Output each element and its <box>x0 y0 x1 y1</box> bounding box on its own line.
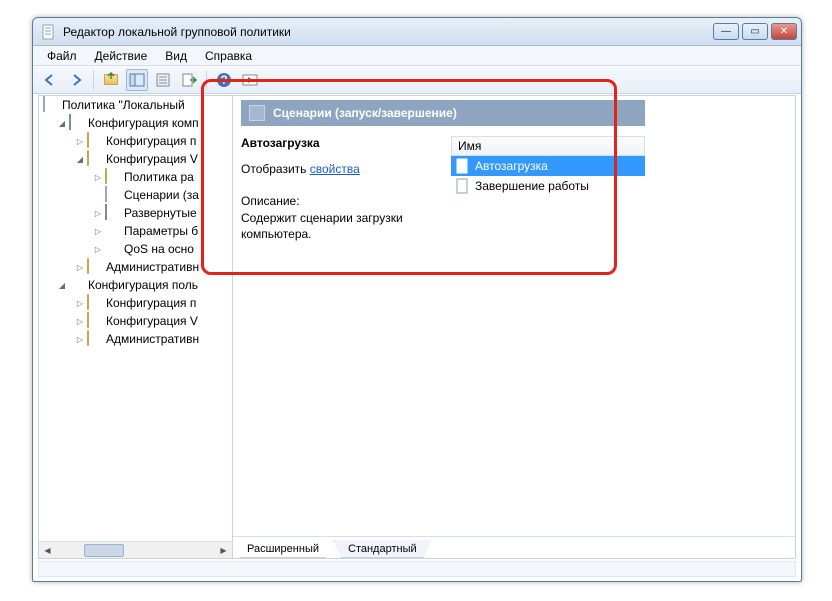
content-header: Сценарии (запуск/завершение) <box>241 100 645 126</box>
export-button[interactable] <box>178 69 200 91</box>
tree-user-admin-templates[interactable]: ▷Административн <box>71 330 232 348</box>
details-pane: Автозагрузка Отобразить свойства Описани… <box>241 136 441 242</box>
expand-icon[interactable]: ▷ <box>75 136 85 146</box>
expand-icon[interactable]: ▷ <box>93 226 103 236</box>
scrollbar-thumb[interactable] <box>84 544 124 557</box>
forward-button[interactable] <box>65 69 87 91</box>
collapse-icon[interactable]: ◢ <box>57 118 67 128</box>
run-button[interactable] <box>239 69 261 91</box>
script-icon <box>455 178 471 194</box>
tree-qos[interactable]: ▷QoS на осно <box>89 240 232 258</box>
show-tree-button[interactable] <box>126 69 148 91</box>
expand-icon[interactable]: ▷ <box>75 334 85 344</box>
app-window: Редактор локальной групповой политики — … <box>32 17 802 582</box>
description-text: Содержит сценарии загрузки компьютера. <box>241 210 441 242</box>
tree-root[interactable]: Политика "Локальный <box>39 96 232 114</box>
column-header-name[interactable]: Имя <box>451 136 645 156</box>
expand-icon[interactable]: ▷ <box>75 298 85 308</box>
content-panel: Сценарии (запуск/завершение) Автозагрузк… <box>233 96 795 558</box>
list-item[interactable]: Завершение работы <box>451 176 645 196</box>
tree-user-config[interactable]: ◢Конфигурация поль <box>53 276 232 294</box>
up-folder-button[interactable] <box>100 69 122 91</box>
menu-action[interactable]: Действие <box>87 47 156 65</box>
description-label: Описание: <box>241 194 441 208</box>
help-button[interactable]: ? <box>213 69 235 91</box>
menu-view[interactable]: Вид <box>157 47 195 65</box>
list-item-label: Завершение работы <box>475 179 589 193</box>
tree-scenarios[interactable]: Сценарии (за <box>89 186 232 204</box>
tree-windows-settings[interactable]: ◢Конфигурация V <box>71 150 232 168</box>
expand-icon[interactable]: ▷ <box>93 172 103 182</box>
details-title: Автозагрузка <box>241 136 441 150</box>
back-button[interactable] <box>39 69 61 91</box>
tab-standard[interactable]: Стандартный <box>333 540 432 558</box>
tree-root-label: Политика "Локальный <box>62 98 185 112</box>
tree-computer-config[interactable]: ◢Конфигурация комп <box>53 114 232 132</box>
properties-button[interactable] <box>152 69 174 91</box>
maximize-button[interactable]: ▭ <box>742 23 768 40</box>
tab-extended[interactable]: Расширенный <box>232 540 334 558</box>
list-pane: Имя Автозагрузка Завершение работы <box>451 136 645 196</box>
scripts-icon <box>249 105 265 121</box>
script-icon <box>455 158 471 174</box>
expand-icon[interactable]: ▷ <box>93 244 103 254</box>
close-button[interactable]: ✕ <box>771 23 797 40</box>
tree-params-b[interactable]: ▷Параметры б <box>89 222 232 240</box>
svg-text:?: ? <box>220 73 227 87</box>
statusbar <box>38 561 796 577</box>
tree-user-windows-settings[interactable]: ▷Конфигурация V <box>71 312 232 330</box>
content-tabs: Расширенный Стандартный <box>233 536 795 558</box>
window-title: Редактор локальной групповой политики <box>63 25 713 39</box>
tree-software-settings[interactable]: ▷Конфигурация п <box>71 132 232 150</box>
tree-panel: Политика "Локальный ◢Конфигурация комп ▷… <box>39 96 233 558</box>
menu-help[interactable]: Справка <box>197 47 260 65</box>
properties-link[interactable]: свойства <box>310 162 360 176</box>
tree-horizontal-scrollbar[interactable]: ◀ ▶ <box>39 541 232 558</box>
expand-icon[interactable]: ▷ <box>93 208 103 218</box>
toolbar: ? <box>33 66 801 94</box>
minimize-button[interactable]: — <box>713 23 739 40</box>
content-header-title: Сценарии (запуск/завершение) <box>273 106 457 120</box>
properties-line: Отобразить свойства <box>241 162 441 176</box>
app-icon <box>41 24 57 40</box>
tree-deployed[interactable]: ▷Развернутые <box>89 204 232 222</box>
collapse-icon[interactable]: ◢ <box>57 280 67 290</box>
expand-icon[interactable]: ▷ <box>75 316 85 326</box>
menubar: Файл Действие Вид Справка <box>33 46 801 66</box>
tree-admin-templates[interactable]: ▷Административн <box>71 258 232 276</box>
list-item-label: Автозагрузка <box>475 159 548 173</box>
scroll-left-icon[interactable]: ◀ <box>39 542 56 559</box>
scroll-right-icon[interactable]: ▶ <box>215 542 232 559</box>
tree-user-software-settings[interactable]: ▷Конфигурация п <box>71 294 232 312</box>
list-item[interactable]: Автозагрузка <box>451 156 645 176</box>
expand-icon[interactable]: ▷ <box>75 262 85 272</box>
menu-file[interactable]: Файл <box>39 47 85 65</box>
titlebar[interactable]: Редактор локальной групповой политики — … <box>33 18 801 46</box>
tree-policy-ra[interactable]: ▷Политика ра <box>89 168 232 186</box>
collapse-icon[interactable]: ◢ <box>75 154 85 164</box>
